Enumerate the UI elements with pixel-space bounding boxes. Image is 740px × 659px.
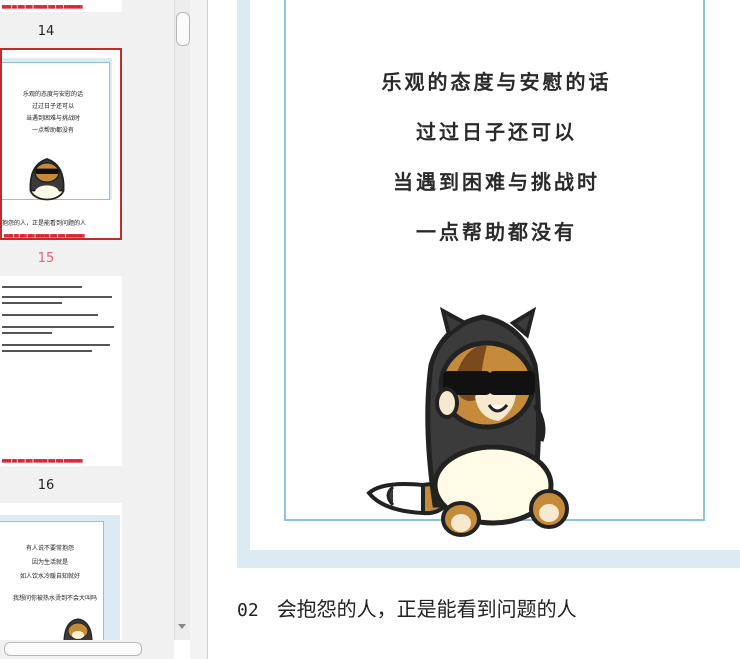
page-number-active: 15: [37, 251, 55, 266]
poem-line: 一点帮助都没有: [416, 220, 577, 244]
poem-line: 乐观的态度与安慰的话: [381, 70, 612, 94]
document-view: 乐观的态度与安慰的话 过过日子还可以 当遇到困难与挑战时 一点帮助都没有 02 …: [208, 0, 740, 659]
thumb-poem-line: 当遇到困难与挑战时: [25, 115, 80, 122]
thumbnail-page-16[interactable]: ████ ██ ███ ███ ██████ ███ ███ ████████: [0, 276, 122, 466]
thumbnail-page-15[interactable]: 乐观的态度与安慰的话 过过日子还可以 当遇到困难与挑战时 一点帮助都没有 抱怨的…: [0, 48, 122, 240]
thumb-poem-line: 我想问你被热水烫到不会大叫吗: [12, 595, 97, 602]
hscrollbar-thumb[interactable]: [4, 642, 142, 656]
thumb-poem-line: 因为生活就是: [31, 559, 68, 566]
thumbnail-pane[interactable]: ████ ██ ███ ███ ██████ ███ ███ ████████ …: [0, 0, 174, 640]
horizontal-scrollbar[interactable]: [0, 640, 174, 659]
thumbnail-page-17[interactable]: 有人说不要常抱怨 因为生活就是 如人饮水冷暖自知就好 我想问你被热水烫到不会大叫…: [0, 503, 122, 640]
cat-hood-sunglasses-illustration: [366, 306, 569, 537]
thumbnail-page-14[interactable]: ████ ██ ███ ███ ██████ ███ ███ ████████: [0, 0, 122, 12]
thumb-frame-inner: 乐观的态度与安慰的话 过过日子还可以 当遇到困难与挑战时 一点帮助都没有: [2, 62, 110, 201]
thumb-caption: 抱怨的人，正是能看到问题的人: [2, 220, 87, 227]
scroll-down-icon[interactable]: [178, 624, 186, 629]
thumb-poem-line: 如人饮水冷暖自知就好: [19, 573, 80, 580]
section-number: 02: [237, 600, 259, 621]
thumb-cat-illustration: [29, 158, 65, 201]
thumb-poem-line: 过过日子还可以: [31, 103, 74, 110]
thumb-poem-line: 乐观的态度与安慰的话: [22, 91, 83, 98]
poem-line: 当遇到困难与挑战时: [393, 170, 600, 194]
section-heading: 02 会抱怨的人，正是能看到问题的人: [237, 593, 577, 622]
page-number: 14: [37, 24, 55, 39]
poem-line: 过过日子还可以: [416, 120, 577, 144]
pane-splitter[interactable]: [190, 0, 208, 659]
vertical-scrollbar[interactable]: [174, 0, 191, 640]
scrollbar-thumb[interactable]: [176, 12, 190, 46]
section-title: 会抱怨的人，正是能看到问题的人: [276, 597, 577, 621]
thumb-cat-illustration: [63, 618, 93, 640]
thumb-poem-line: 一点帮助都没有: [31, 127, 74, 134]
thumb-poem-line: 有人说不要常抱怨: [25, 545, 74, 552]
page-number: 16: [37, 478, 55, 493]
